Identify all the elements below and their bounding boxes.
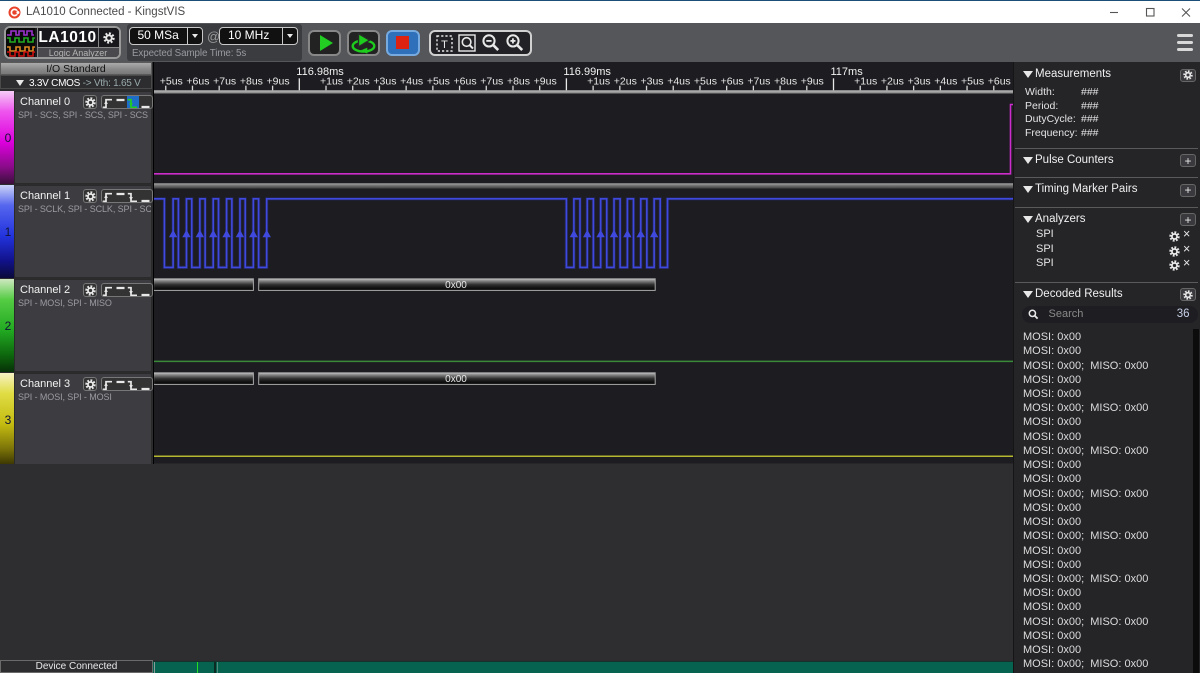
- svg-text:+7us: +7us: [480, 75, 503, 87]
- svg-text:+1us: +1us: [587, 75, 610, 87]
- svg-text:+6us: +6us: [454, 75, 477, 87]
- svg-text:+1us: +1us: [854, 75, 877, 87]
- svg-text:+5us: +5us: [427, 75, 450, 87]
- svg-text:+5us: +5us: [160, 75, 183, 87]
- svg-text:+3us: +3us: [373, 75, 396, 87]
- svg-text:+2us: +2us: [881, 75, 904, 87]
- svg-text:+3us: +3us: [640, 75, 663, 87]
- svg-text:+7us: +7us: [213, 75, 236, 87]
- svg-text:+2us: +2us: [614, 75, 637, 87]
- svg-text:+8us: +8us: [774, 75, 797, 87]
- svg-text:0x00: 0x00: [445, 374, 467, 385]
- svg-text:T: T: [442, 38, 449, 50]
- svg-text:+3us: +3us: [908, 75, 931, 87]
- svg-text:+4us: +4us: [934, 75, 957, 87]
- svg-text:+9us: +9us: [801, 75, 824, 87]
- svg-text:+7us: +7us: [747, 75, 770, 87]
- svg-text:+8us: +8us: [507, 75, 530, 87]
- svg-text:0x00: 0x00: [445, 280, 467, 291]
- svg-text:+6us: +6us: [721, 75, 744, 87]
- svg-text:+9us: +9us: [534, 75, 557, 87]
- svg-text:+9us: +9us: [267, 75, 290, 87]
- svg-text:+8us: +8us: [240, 75, 263, 87]
- svg-text:+4us: +4us: [400, 75, 423, 87]
- svg-text:+4us: +4us: [667, 75, 690, 87]
- svg-text:+6us: +6us: [988, 75, 1011, 87]
- svg-text:+5us: +5us: [694, 75, 717, 87]
- svg-text:+6us: +6us: [186, 75, 209, 87]
- svg-text:+2us: +2us: [347, 75, 370, 87]
- svg-text:+1us: +1us: [320, 75, 343, 87]
- svg-text:+5us: +5us: [961, 75, 984, 87]
